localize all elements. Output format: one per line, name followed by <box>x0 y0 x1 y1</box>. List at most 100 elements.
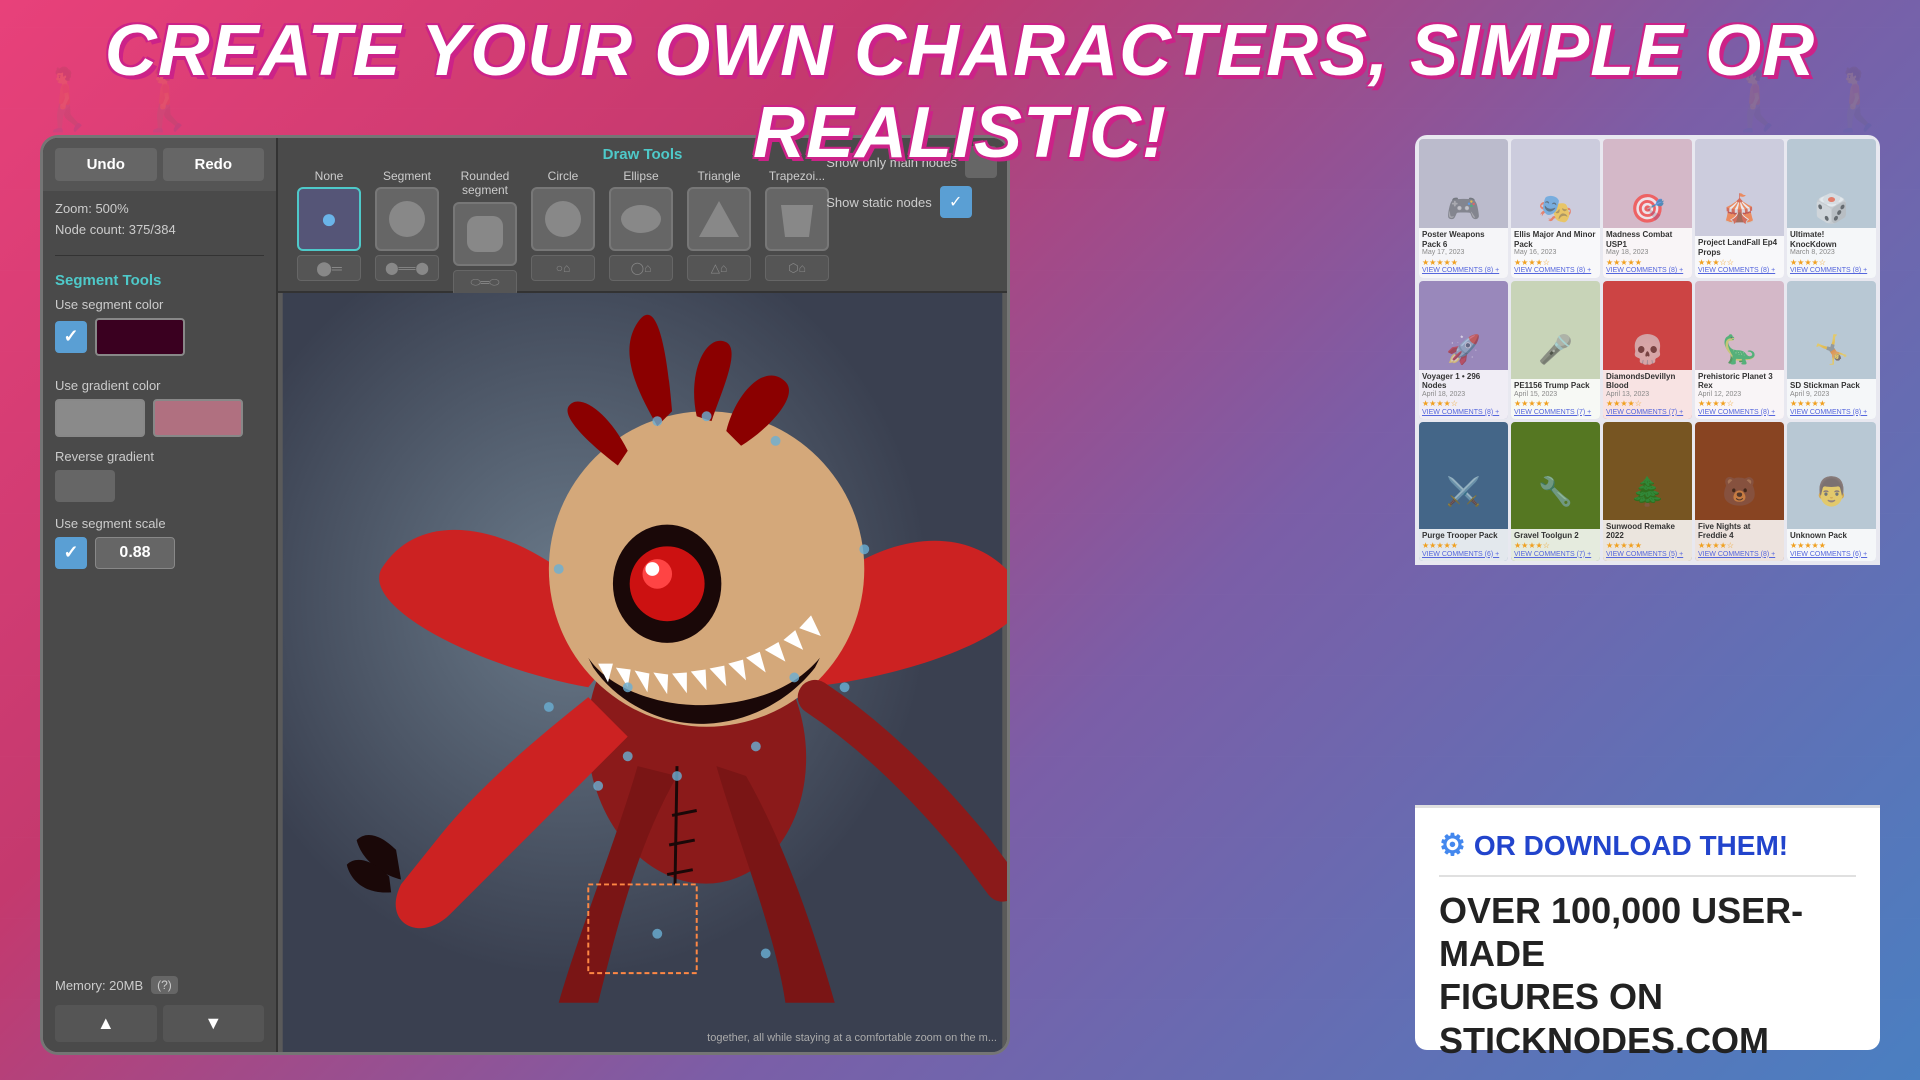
tool-trapezoid: Trapezoi... ⬡⌂ <box>762 169 832 281</box>
download-separator <box>1439 875 1856 877</box>
thumb-icon-7: 🎤 <box>1538 333 1573 366</box>
tool-ellipse-sub[interactable]: ◯⌂ <box>609 255 673 281</box>
node-count-label: Node count: 375/384 <box>55 220 264 241</box>
download-icon: ⚙ <box>1439 828 1466 863</box>
thumb-item-6[interactable]: 🚀 Voyager 1 • 296 Nodes April 18, 2023 ★… <box>1419 281 1508 420</box>
tool-none-btn[interactable]: ● <box>297 187 361 251</box>
nav-arrows: ▲ ▼ <box>43 1005 276 1042</box>
tool-triangle-sub[interactable]: △⌂ <box>687 255 751 281</box>
segment-tools-title: Segment Tools <box>55 272 264 289</box>
thumb-item-10[interactable]: 🤸 SD Stickman Pack April 9, 2023 ★★★★★ V… <box>1787 281 1876 420</box>
memory-bar: Memory: 20MB (?) <box>43 968 276 1002</box>
character-art <box>278 293 1007 1052</box>
thumb-icon-3: 🎯 <box>1630 192 1665 225</box>
thumb-icon-10: 🤸 <box>1814 333 1849 366</box>
canvas-area[interactable]: together, all while staying at a comfort… <box>278 293 1007 1052</box>
bottom-text: together, all while staying at a comfort… <box>707 1032 997 1044</box>
thumb-icon-4: 🎪 <box>1722 192 1757 225</box>
thumb-overlay-3: Madness Combat USP1 May 18, 2023 ★★★★★ V… <box>1603 228 1692 278</box>
thumb-icon-9: 🦕 <box>1722 333 1757 366</box>
thumb-item-8[interactable]: 💀 DiamondsDevillyn Blood April 13, 2023 … <box>1603 281 1692 420</box>
tool-trapezoid-sub[interactable]: ⬡⌂ <box>765 255 829 281</box>
segment-color-swatch[interactable] <box>95 318 185 356</box>
divider-1 <box>55 255 264 256</box>
thumb-item-15[interactable]: 👨 Unknown Pack ★★★★★ VIEW COMMENTS (6) + <box>1787 422 1876 561</box>
thumb-item-7[interactable]: 🎤 PE1156 Trump Pack April 15, 2023 ★★★★★… <box>1511 281 1600 420</box>
download-section: ⚙ OR DOWNLOAD THEM! OVER 100,000 USER-MA… <box>1415 805 1880 1050</box>
page-title: CREATE YOUR OWN CHARACTERS, SIMPLE OR RE… <box>0 10 1920 174</box>
tool-circle: Circle ○⌂ <box>528 169 598 281</box>
thumb-item-14[interactable]: 🐻 Five Nights at Freddie 4 ★★★★☆ VIEW CO… <box>1695 422 1784 561</box>
thumb-overlay-15: Unknown Pack ★★★★★ VIEW COMMENTS (6) + <box>1787 529 1876 561</box>
tool-trapezoid-btn[interactable] <box>765 187 829 251</box>
thumb-item-11[interactable]: ⚔️ Purge Trooper Pack ★★★★★ VIEW COMMENT… <box>1419 422 1508 561</box>
reverse-gradient-label: Reverse gradient <box>55 449 264 464</box>
thumb-overlay-14: Five Nights at Freddie 4 ★★★★☆ VIEW COMM… <box>1695 520 1784 561</box>
tool-none-sub[interactable]: ⬤═ <box>297 255 361 281</box>
thumb-icon-1: 🎮 <box>1446 192 1481 225</box>
use-gradient-color-label: Use gradient color <box>55 378 264 393</box>
segment-color-checkbox[interactable]: ✓ <box>55 321 87 353</box>
show-static-nodes-checkbox[interactable]: ✓ <box>940 186 972 218</box>
thumb-item-13[interactable]: 🌲 Sunwood Remake 2022 ★★★★★ VIEW COMMENT… <box>1603 422 1692 561</box>
thumb-overlay-2: Ellis Major And Minor Pack May 16, 2023 … <box>1511 228 1600 278</box>
thumb-icon-8: 💀 <box>1630 333 1665 366</box>
thumb-icon-2: 🎭 <box>1538 192 1573 225</box>
tool-segment: Segment ⬤══⬤ <box>372 169 442 281</box>
gradient-color-swatch-1[interactable] <box>55 399 145 437</box>
tool-circle-sub[interactable]: ○⌂ <box>531 255 595 281</box>
nav-down-button[interactable]: ▼ <box>163 1005 265 1042</box>
show-static-nodes-row: Show static nodes ✓ <box>826 186 997 218</box>
gradient-color-swatch-2[interactable] <box>153 399 243 437</box>
thumb-overlay-9: Prehistoric Planet 3 Rex April 12, 2023 … <box>1695 370 1784 420</box>
download-title: ⚙ OR DOWNLOAD THEM! <box>1439 828 1856 863</box>
thumb-icon-12: 🔧 <box>1538 475 1573 508</box>
download-title-text: OR DOWNLOAD THEM! <box>1474 830 1788 862</box>
segment-color-row: ✓ <box>55 318 264 356</box>
help-button[interactable]: (?) <box>151 976 178 994</box>
memory-label: Memory: 20MB <box>55 978 143 993</box>
thumb-icon-11: ⚔️ <box>1446 475 1481 508</box>
thumb-overlay-13: Sunwood Remake 2022 ★★★★★ VIEW COMMENTS … <box>1603 520 1692 561</box>
thumb-icon-15: 👨 <box>1814 475 1849 508</box>
tool-rounded-segment-sub[interactable]: ⬭═⬭ <box>453 270 517 296</box>
app-window: Undo Redo Zoom: 500% Node count: 375/384… <box>40 135 1010 1055</box>
thumb-overlay-11: Purge Trooper Pack ★★★★★ VIEW COMMENTS (… <box>1419 529 1508 561</box>
thumb-item-9[interactable]: 🦕 Prehistoric Planet 3 Rex April 12, 202… <box>1695 281 1784 420</box>
left-panel: Undo Redo Zoom: 500% Node count: 375/384… <box>43 138 278 1052</box>
segment-tools-section: Segment Tools Use segment color ✓ Use gr… <box>43 262 276 591</box>
tool-none: None ● ⬤═ <box>294 169 364 281</box>
zoom-label: Zoom: 500% <box>55 199 264 220</box>
tool-ellipse-btn[interactable] <box>609 187 673 251</box>
right-panel: 🎮 Poster Weapons Pack 6 May 17, 2023 ★★★… <box>1415 135 1880 1050</box>
use-segment-scale-label: Use segment scale <box>55 516 264 531</box>
tool-segment-btn[interactable] <box>375 187 439 251</box>
nav-up-button[interactable]: ▲ <box>55 1005 157 1042</box>
thumb-icon-13: 🌲 <box>1630 475 1665 508</box>
scale-value[interactable]: 0.88 <box>95 537 175 569</box>
tool-rounded-segment-btn[interactable] <box>453 202 517 266</box>
thumb-overlay-4: Project LandFall Ep4 Props ★★★☆☆ VIEW CO… <box>1695 236 1784 277</box>
thumb-icon-14: 🐻 <box>1722 475 1757 508</box>
tool-triangle-btn[interactable] <box>687 187 751 251</box>
tool-circle-btn[interactable] <box>531 187 595 251</box>
download-body: OVER 100,000 USER-MADEFIGURES ON STICKNO… <box>1439 889 1856 1062</box>
thumb-item-12[interactable]: 🔧 Gravel Toolgun 2 ★★★★☆ VIEW COMMENTS (… <box>1511 422 1600 561</box>
gradient-color-row <box>55 399 264 437</box>
thumb-overlay-6: Voyager 1 • 296 Nodes April 18, 2023 ★★★… <box>1419 370 1508 420</box>
tool-segment-sub[interactable]: ⬤══⬤ <box>375 255 439 281</box>
tool-ellipse: Ellipse ◯⌂ <box>606 169 676 281</box>
segment-scale-row: ✓ 0.88 <box>55 537 264 569</box>
thumb-overlay-10: SD Stickman Pack April 9, 2023 ★★★★★ VIE… <box>1787 379 1876 419</box>
thumb-icon-5: 🎲 <box>1814 192 1849 225</box>
thumbnails-grid: 🎮 Poster Weapons Pack 6 May 17, 2023 ★★★… <box>1415 135 1880 565</box>
tool-rounded-segment: Roundedsegment ⬭═⬭ <box>450 169 520 296</box>
thumb-overlay-1: Poster Weapons Pack 6 May 17, 2023 ★★★★★… <box>1419 228 1508 278</box>
thumb-overlay-8: DiamondsDevillyn Blood April 13, 2023 ★★… <box>1603 370 1692 420</box>
zoom-info: Zoom: 500% Node count: 375/384 <box>43 191 276 249</box>
show-static-nodes-label: Show static nodes <box>826 195 932 210</box>
reverse-gradient-swatch[interactable] <box>55 470 115 502</box>
thumb-overlay-12: Gravel Toolgun 2 ★★★★☆ VIEW COMMENTS (7)… <box>1511 529 1600 561</box>
segment-scale-checkbox[interactable]: ✓ <box>55 537 87 569</box>
use-segment-color-label: Use segment color <box>55 297 264 312</box>
